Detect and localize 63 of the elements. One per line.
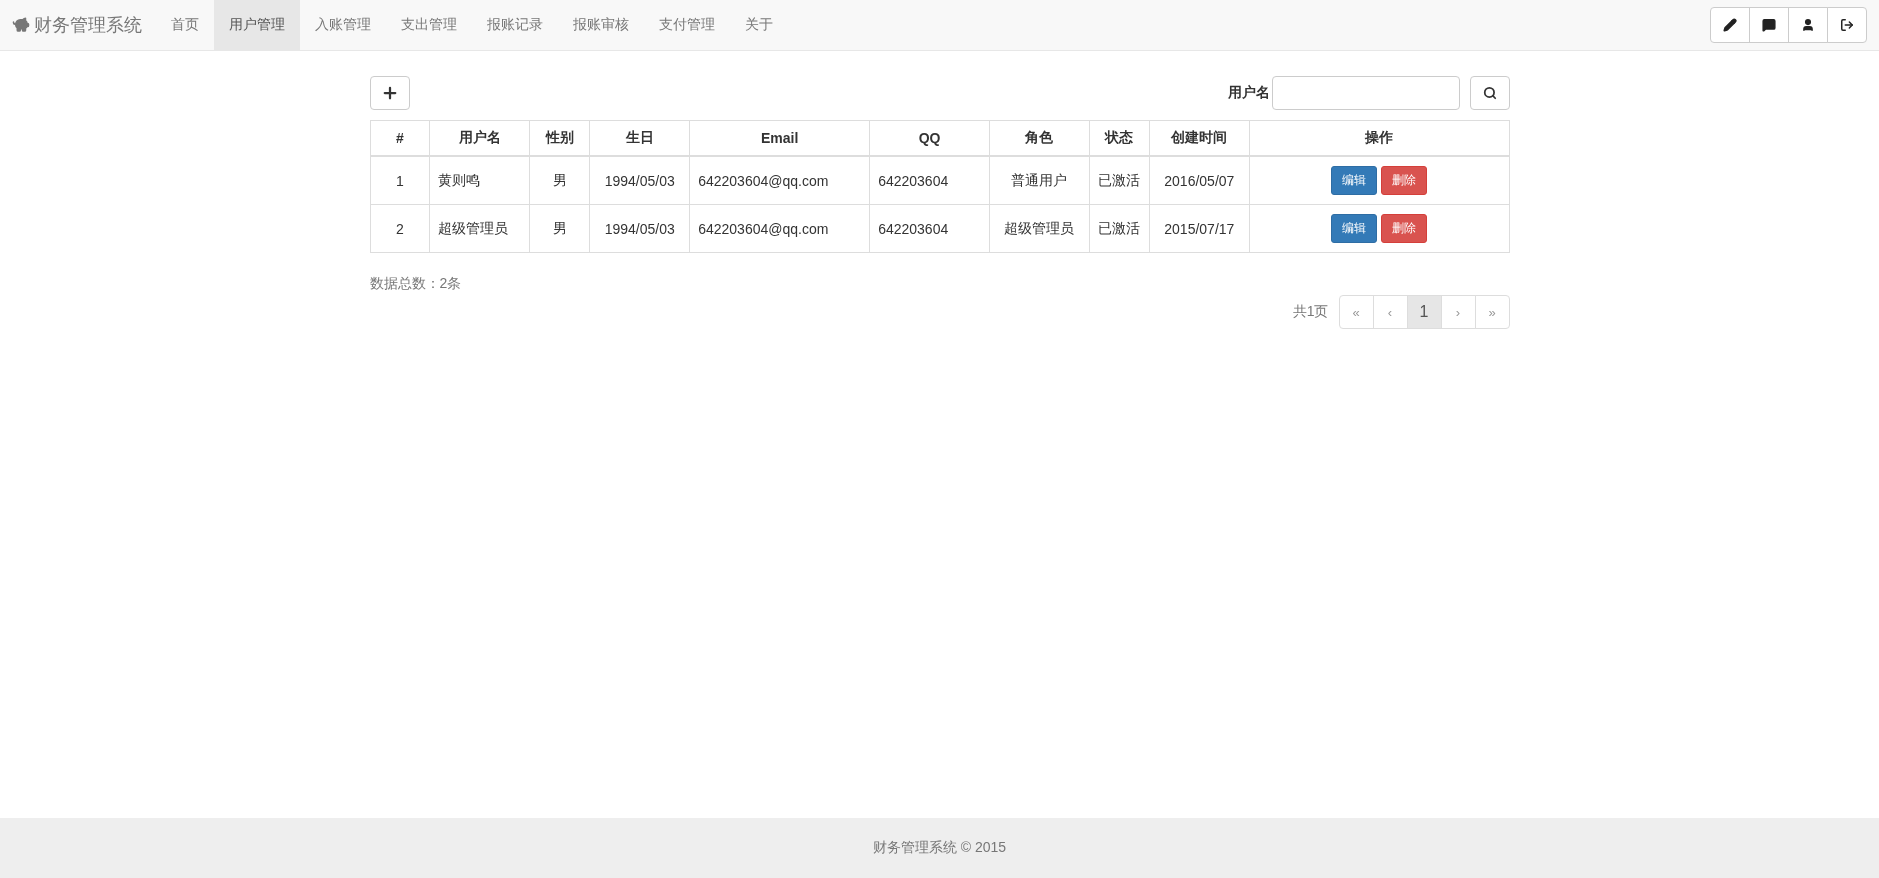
user-button[interactable] xyxy=(1788,7,1828,43)
pencil-button[interactable] xyxy=(1710,7,1750,43)
column-header: 性别 xyxy=(529,120,590,156)
page-link[interactable]: » xyxy=(1474,295,1510,329)
nav-tab[interactable]: 报账审核 xyxy=(558,0,644,50)
search-label: 用户名 xyxy=(1227,84,1270,102)
column-header: QQ xyxy=(869,120,990,156)
page-count: 共1页 xyxy=(1292,303,1329,321)
column-header: Email xyxy=(689,120,870,156)
table-cell: 642203604@qq.com xyxy=(689,156,870,205)
nav-tab[interactable]: 支付管理 xyxy=(644,0,730,50)
column-header: 操作 xyxy=(1249,120,1509,156)
table-cell: 1 xyxy=(370,156,430,205)
search-icon xyxy=(1482,86,1497,100)
user-icon xyxy=(1801,18,1815,32)
nav-tab[interactable]: 关于 xyxy=(730,0,788,50)
nav-tab[interactable]: 入账管理 xyxy=(300,0,386,50)
column-header: 角色 xyxy=(989,120,1090,156)
pencil-icon xyxy=(1723,18,1737,32)
table-cell: 超级管理员 xyxy=(989,204,1090,253)
column-header: 状态 xyxy=(1089,120,1150,156)
table-cell: 2 xyxy=(370,204,430,253)
page-link[interactable]: ‹ xyxy=(1372,295,1408,329)
add-button[interactable] xyxy=(369,76,410,110)
logout-button[interactable] xyxy=(1827,7,1867,43)
brand-title[interactable]: 财务管理系统 xyxy=(34,13,142,37)
logout-icon xyxy=(1840,18,1854,32)
piggy-bank-icon xyxy=(12,16,30,34)
table-cell: 已激活 xyxy=(1089,204,1150,253)
page-link[interactable]: › xyxy=(1440,295,1476,329)
table-cell: 2015/07/17 xyxy=(1149,204,1250,253)
table-cell: 642203604@qq.com xyxy=(689,204,870,253)
nav-tab[interactable]: 支出管理 xyxy=(386,0,472,50)
speech-bubble-button[interactable] xyxy=(1749,7,1789,43)
nav-tab[interactable]: 首页 xyxy=(156,0,214,50)
edit-button[interactable]: 编辑 xyxy=(1331,214,1378,243)
nav-tab[interactable]: 用户管理 xyxy=(214,0,300,50)
table-cell: 642203604 xyxy=(869,156,990,205)
speech-bubble-icon xyxy=(1762,18,1776,32)
nav-tab[interactable]: 报账记录 xyxy=(472,0,558,50)
copyright-text: 财务管理系统 © 2015 xyxy=(872,839,1007,857)
column-header: # xyxy=(370,120,430,156)
table-cell: 男 xyxy=(529,156,590,205)
table-cell: 超级管理员 xyxy=(429,204,530,253)
page-link[interactable]: « xyxy=(1338,295,1374,329)
search-field[interactable] xyxy=(1271,76,1460,110)
table-cell: 已激活 xyxy=(1089,156,1150,205)
column-header: 用户名 xyxy=(429,120,530,156)
table-cell: 黄则鸣 xyxy=(429,156,530,205)
page-link[interactable]: 1 xyxy=(1406,295,1442,329)
table-cell: 男 xyxy=(529,204,590,253)
delete-button[interactable]: 删除 xyxy=(1381,166,1428,195)
search-button[interactable] xyxy=(1469,76,1510,110)
total-count: 数据总数：2条 xyxy=(369,275,463,293)
delete-button[interactable]: 删除 xyxy=(1381,214,1428,243)
table-cell: 普通用户 xyxy=(989,156,1090,205)
column-header: 生日 xyxy=(589,120,690,156)
table-cell: 1994/05/03 xyxy=(589,156,690,205)
table-cell: 642203604 xyxy=(869,204,990,253)
column-header: 创建时间 xyxy=(1149,120,1250,156)
table-cell: 1994/05/03 xyxy=(589,204,690,253)
table-cell: 2016/05/07 xyxy=(1149,156,1250,205)
edit-button[interactable]: 编辑 xyxy=(1331,166,1378,195)
